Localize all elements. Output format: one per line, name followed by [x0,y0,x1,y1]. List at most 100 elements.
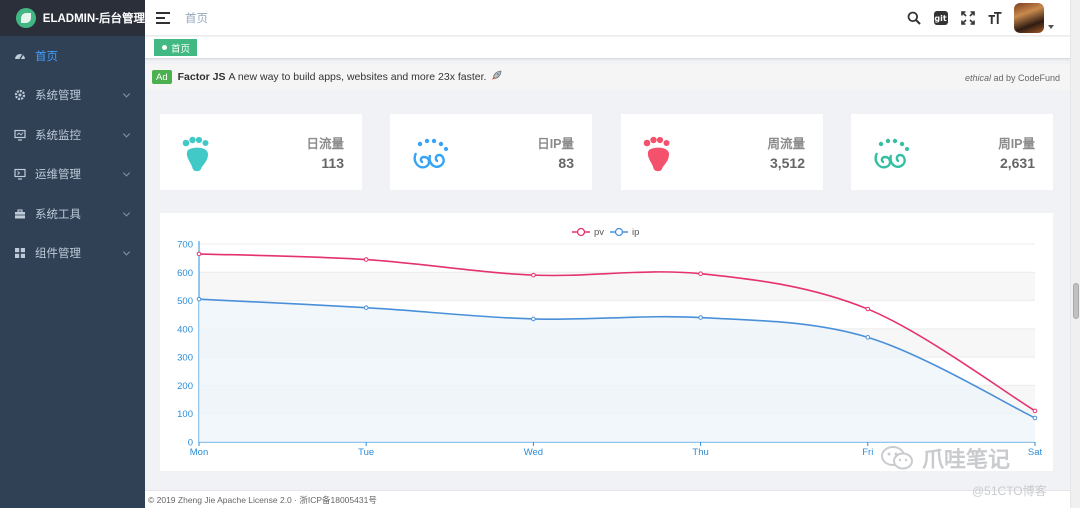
sidebar-item-label: 首页 [35,50,58,63]
legend-marker-ip [614,227,624,237]
stat-label: 周IP量 [998,137,1035,151]
page-scrollbar[interactable] [1070,0,1080,508]
data-point-ip [1032,415,1038,421]
ad-badge: Ad [152,70,172,84]
git-icon[interactable]: git [933,11,948,26]
y-tick-label: 100 [177,409,193,420]
chevron-down-icon [122,248,131,256]
app-title: ELADMIN-后台管理 [42,13,145,25]
gear-icon [14,89,26,101]
y-tick-label: 500 [177,296,193,307]
navbar: 首页 git [145,0,1070,36]
stat-value: 3,512 [769,155,805,171]
ad-banner[interactable]: Ad Factor JS A new way to build apps, we… [145,64,1070,90]
avatar[interactable] [1014,3,1044,33]
x-tick-label: Fri [862,447,873,458]
data-point-pv [865,306,871,312]
y-tick-label: 700 [177,240,193,251]
navbar-right-menu: git [906,0,1070,36]
toolbox-icon [14,208,26,220]
data-point-pv [1032,408,1038,414]
stat-value: 113 [321,155,344,171]
swirl-icon [410,133,450,173]
rocket-icon [491,70,502,84]
stat-label: 周流量 [767,137,805,151]
x-tick-label: Wed [524,447,543,458]
sidebar-item-label: 系统管理 [35,90,81,103]
y-tick-label: 200 [177,381,193,392]
sidebar-item-label: 系统监控 [35,129,81,142]
x-tick-label: Thu [692,447,708,458]
monitor-icon [14,129,26,141]
data-point-pv [698,271,703,277]
fullscreen-icon[interactable] [960,11,975,26]
data-point-ip [363,305,369,310]
ad-product-name[interactable]: Factor JS [178,71,226,83]
scrollbar-thumb[interactable] [1073,283,1079,319]
watermark-brand: 爪哇笔记 [880,442,1010,474]
data-point-pv [196,251,202,257]
y-tick-label: 300 [177,353,193,364]
stat-card-daily-ip[interactable]: 日IP量 83 [390,114,592,190]
y-tick-label: 600 [177,268,193,279]
terminal-icon [14,168,26,180]
chevron-down-icon [122,209,131,217]
data-point-ip [531,316,536,322]
stat-card-weekly-pv[interactable]: 周流量 3,512 [621,114,823,190]
watermark-site: @51CTO博客 [972,484,1047,498]
stat-value: 83 [558,155,574,171]
stat-value: 2,631 [999,155,1035,171]
sidebar-item-components[interactable]: 组件管理 [0,234,145,274]
sidebar-item-tools[interactable]: 系统工具 [0,194,145,234]
y-tick-label: 400 [177,324,193,335]
chevron-down-icon [122,90,131,98]
chevron-down-icon [122,130,131,138]
series-area-ip [199,299,1035,442]
dashboard-icon [14,50,26,62]
line-chart: 0100200300400500600700Mon Tue Wed Thu Fri Sat… [177,227,1043,458]
x-tick-label: Tue [358,447,374,458]
ad-credit[interactable]: ethical ad by CodeFund [965,73,1060,83]
sidebar-item-monitor[interactable]: 系统监控 [0,115,145,155]
grid-icon [14,247,26,259]
logo-row[interactable]: ELADMIN-后台管理 [0,0,145,36]
stat-card-daily-pv[interactable]: 日流量 113 [160,114,362,190]
grid-band [199,272,1035,301]
data-point-ip [698,315,703,320]
footer-text: © 2019 Zheng Jie Apache License 2.0 · 浙I… [148,494,377,505]
hamburger-icon[interactable] [156,11,170,24]
line-chart-card: 0 100 200 300 400 500 600 700 Mon Tue Wed Thu Fri Sat… [160,213,1053,471]
search-icon[interactable] [906,11,921,26]
legend-marker-pv [576,227,586,237]
legend-label-ip: ip [632,227,639,238]
tag-home[interactable]: 首页 [154,39,198,56]
chevron-down-icon [122,169,131,177]
data-point-ip [196,296,202,302]
wechat-icon [881,446,913,470]
breadcrumb[interactable]: 首页 [185,10,208,26]
x-tick-label: Mon [190,447,208,458]
stat-card-weekly-ip[interactable]: 周IP量 2,631 [851,114,1053,190]
footprint-icon [641,133,681,173]
sidebar-item-home[interactable]: 首页 [0,36,145,76]
sidebar: ELADMIN-后台管理 首页 系统管理 系统监控 运维管理 系统工具 组件管理 [0,0,145,508]
data-point-pv [363,257,369,262]
footer: © 2019 Zheng Jie Apache License 2.0 · 浙I… [145,490,1070,508]
data-point-ip [865,335,871,340]
font-size-icon[interactable] [987,11,1002,26]
stat-label: 日流量 [306,137,344,151]
active-dot-icon [162,45,167,50]
sidebar-item-system[interactable]: 系统管理 [0,76,145,116]
swirl-icon [871,133,911,173]
sidebar-item-label: 系统工具 [35,208,81,221]
logo-icon [16,8,36,28]
tags-view: 首页 [145,37,1070,59]
data-point-pv [531,272,536,278]
sidebar-item-ops[interactable]: 运维管理 [0,155,145,195]
stat-label: 日IP量 [537,137,574,151]
ad-text[interactable]: A new way to build apps, websites and mo… [228,71,486,83]
x-tick-label: Sat [1028,447,1043,458]
tag-label: 首页 [171,43,191,55]
caret-down-icon[interactable] [1048,25,1054,29]
legend-label-pv: pv [594,227,604,238]
